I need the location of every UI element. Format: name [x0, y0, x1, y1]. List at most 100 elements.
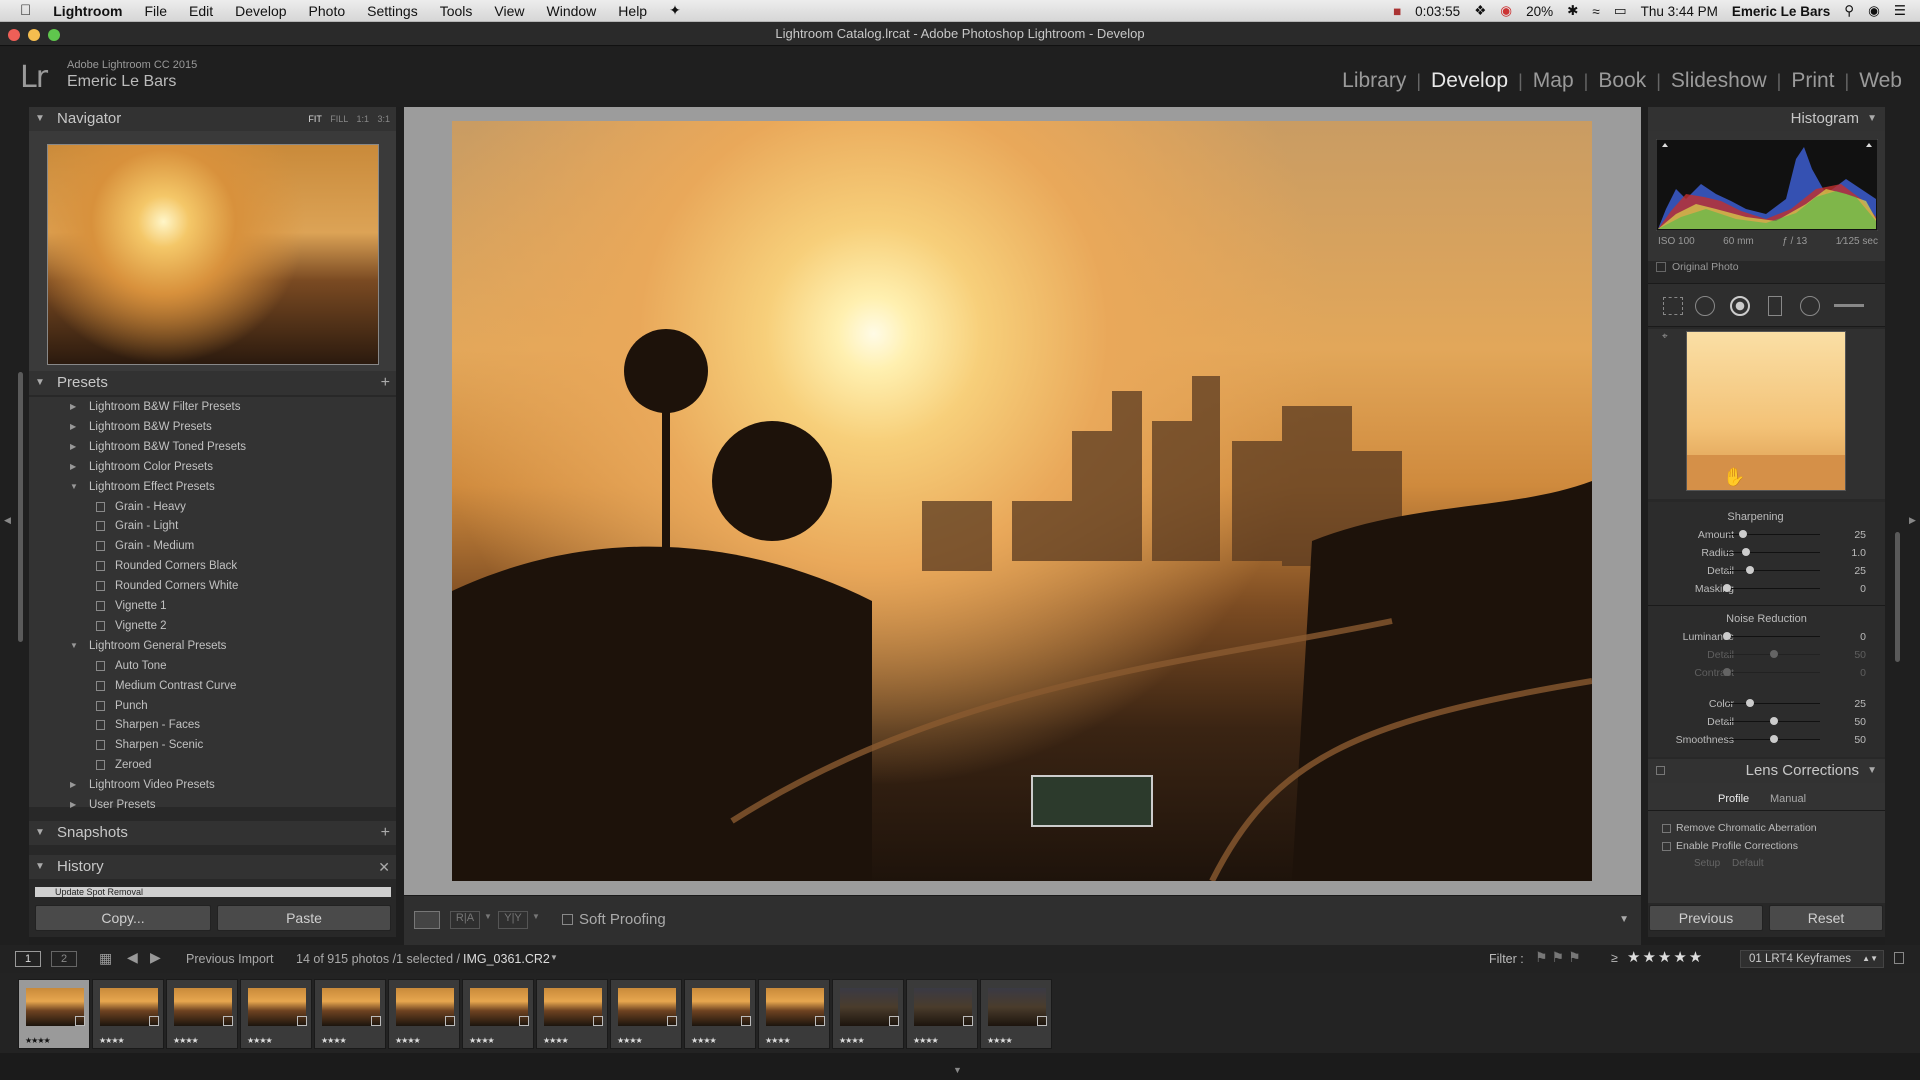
spotlight-search-icon[interactable]: ⚲ [1844, 3, 1854, 19]
menu-edit[interactable]: Edit [189, 3, 213, 19]
preset-item[interactable]: Rounded Corners White [29, 576, 396, 596]
loupe-view-icon[interactable] [414, 911, 440, 929]
slider-value[interactable]: 25 [1854, 565, 1866, 577]
rating-operator[interactable]: ≥ [1611, 951, 1618, 965]
filmstrip-thumbnail[interactable]: ★★★★ [166, 979, 238, 1049]
folder-closed-icon[interactable]: ▶ [70, 775, 76, 795]
module-develop[interactable]: Develop [1431, 69, 1508, 93]
slider-value[interactable]: 0 [1860, 631, 1866, 643]
slider-thumb[interactable] [1746, 698, 1755, 707]
preset-item[interactable]: Sharpen - Scenic [29, 735, 396, 755]
filmstrip-thumbnail[interactable]: ★★★★ [462, 979, 534, 1049]
paste-settings-button[interactable]: Paste [217, 905, 391, 931]
menu-settings[interactable]: Settings [367, 3, 418, 19]
preset-folder[interactable]: ▶ User Presets [29, 795, 396, 815]
enable-profile-checkbox[interactable] [1662, 842, 1671, 851]
remove-ca-checkbox[interactable] [1662, 824, 1671, 833]
before-after-lr-icon[interactable]: R|A [450, 911, 480, 929]
filmstrip-thumbnail[interactable]: ★★★★ [758, 979, 830, 1049]
bluetooth-icon[interactable]: ✱ [1567, 3, 1578, 19]
menu-tools[interactable]: Tools [440, 3, 473, 19]
preset-item[interactable]: Vignette 1 [29, 596, 396, 616]
folder-closed-icon[interactable]: ▶ [70, 457, 76, 477]
preset-item[interactable]: Medium Contrast Curve [29, 676, 396, 696]
module-book[interactable]: Book [1598, 69, 1646, 93]
preset-item[interactable]: Grain - Light [29, 516, 396, 536]
folder-closed-icon[interactable]: ▶ [70, 437, 76, 457]
menu-lightroom[interactable]: Lightroom [53, 3, 122, 19]
slider-track[interactable] [1727, 636, 1820, 637]
collapse-filmstrip-icon[interactable]: ▼ [953, 1065, 962, 1075]
main-photo[interactable] [452, 121, 1592, 881]
histogram-graph[interactable] [1656, 139, 1878, 231]
script-icon[interactable]: ✦ [669, 2, 681, 19]
navigator-header[interactable]: ▼ Navigator FIT FILL 1:1 3:1 [29, 107, 396, 131]
slider-thumb[interactable] [1769, 735, 1778, 743]
spot-removal-icon[interactable] [1695, 296, 1715, 316]
setup-select[interactable]: Default [1732, 858, 1764, 869]
add-snapshot-icon[interactable]: + [381, 821, 390, 845]
second-screen-button[interactable]: 2 [51, 951, 77, 967]
main-screen-button[interactable]: 1 [15, 951, 41, 967]
preset-item[interactable]: Punch [29, 696, 396, 716]
add-preset-icon[interactable]: + [381, 371, 390, 395]
snapshots-header[interactable]: ▼ Snapshots + [29, 821, 396, 845]
siri-icon[interactable]: ◉ [1868, 3, 1880, 19]
slider-thumb[interactable] [1769, 650, 1778, 659]
slider-value[interactable]: 25 [1854, 698, 1866, 710]
filmstrip-thumbnail[interactable]: ★★★★ [388, 979, 460, 1049]
reset-button[interactable]: Reset [1769, 905, 1883, 931]
folder-open-icon[interactable]: ▼ [70, 477, 78, 497]
slider-value[interactable]: 1.0 [1851, 547, 1866, 559]
apple-icon[interactable]:  [20, 2, 31, 19]
menu-window[interactable]: Window [547, 3, 597, 19]
toolbar-options-icon[interactable]: ▼ [1619, 914, 1629, 925]
menu-file[interactable]: File [144, 3, 167, 19]
menu-view[interactable]: View [494, 3, 524, 19]
zoom-1-1[interactable]: 1:1 [356, 114, 369, 124]
minimize-window-button[interactable] [28, 29, 40, 41]
filter-preset-select[interactable]: 01 LRT4 Keyframes ▲▼ [1740, 950, 1884, 968]
forward-arrow-icon[interactable]: ▶ [150, 949, 161, 966]
recording-icon[interactable]: ■ [1393, 4, 1401, 19]
histogram-header[interactable]: Histogram ▼ [1648, 107, 1885, 131]
preset-folder[interactable]: ▶ Lightroom B&W Toned Presets [29, 437, 396, 457]
creative-cloud-icon[interactable]: ◉ [1500, 3, 1512, 19]
folder-closed-icon[interactable]: ▶ [70, 795, 76, 815]
preset-folder[interactable]: ▶ Lightroom B&W Presets [29, 417, 396, 437]
wifi-icon[interactable]: ≈ [1592, 4, 1599, 19]
slider-thumb[interactable] [1769, 716, 1778, 725]
filmstrip-thumbnail[interactable]: ★★★★ [536, 979, 608, 1049]
collapse-right-panel-icon[interactable]: ▶ [1909, 515, 1916, 526]
slider-thumb[interactable] [1738, 530, 1747, 538]
slider-track[interactable] [1727, 702, 1820, 704]
filmstrip-thumbnail[interactable]: ★★★★ [92, 979, 164, 1049]
slider-thumb[interactable] [1723, 584, 1731, 592]
tab-manual[interactable]: Manual [1770, 793, 1806, 805]
dropbox-icon[interactable]: ❖ [1474, 3, 1486, 19]
module-map[interactable]: Map [1533, 69, 1574, 93]
left-panel-scrollbar[interactable] [18, 372, 23, 642]
flag-filter-icons[interactable]: ⚑⚑⚑ [1535, 949, 1585, 966]
soft-proofing-checkbox[interactable] [562, 914, 573, 925]
lens-corrections-header[interactable]: Lens Corrections ▼ [1648, 759, 1885, 783]
filmstrip-thumbnail[interactable]: ★★★★ [832, 979, 904, 1049]
filmstrip-thumbnail[interactable]: ★★★★ [240, 979, 312, 1049]
radial-filter-icon[interactable] [1800, 296, 1820, 316]
folder-open-icon[interactable]: ▼ [70, 636, 78, 656]
selected-filename[interactable]: IMG_0361.CR2 [463, 952, 550, 966]
airplay-icon[interactable]: ▭ [1614, 3, 1627, 19]
preset-item[interactable]: Sharpen - Faces [29, 715, 396, 735]
chevron-down-icon[interactable]: ▼ [484, 912, 492, 921]
filmstrip-thumbnail[interactable]: ★★★★ [684, 979, 756, 1049]
preset-item[interactable]: Rounded Corners Black [29, 556, 396, 576]
filmstrip-source[interactable]: Previous Import [186, 952, 274, 966]
filmstrip-thumbnail[interactable]: ★★★★ [314, 979, 386, 1049]
slider-track[interactable] [1727, 552, 1820, 553]
red-eye-icon[interactable] [1730, 296, 1750, 316]
preset-folder[interactable]: ▶ Lightroom B&W Filter Presets [29, 397, 396, 417]
module-slideshow[interactable]: Slideshow [1671, 69, 1767, 93]
folder-closed-icon[interactable]: ▶ [70, 417, 76, 437]
rating-filter-stars[interactable]: ★★★★★ [1627, 948, 1704, 966]
clock-text[interactable]: Thu 3:44 PM [1641, 4, 1718, 19]
